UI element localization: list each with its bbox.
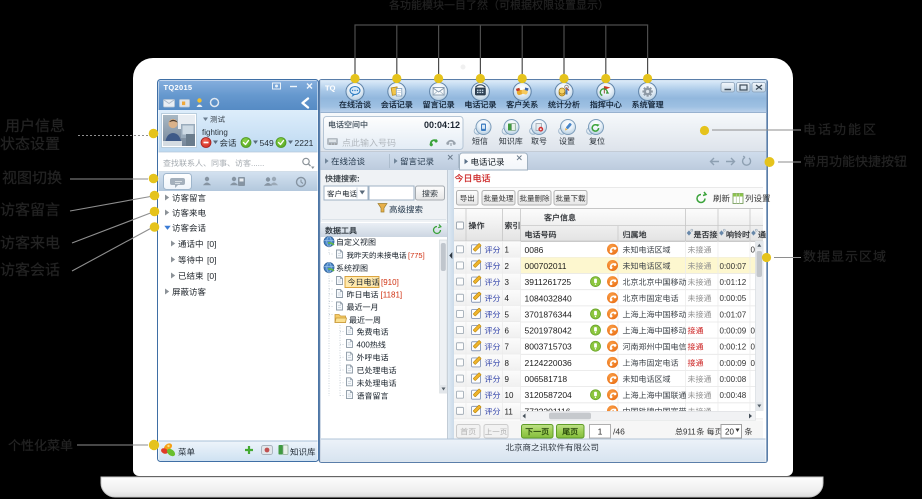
svg-text:0: 0 [751, 246, 756, 255]
svg-text:3911261725: 3911261725 [525, 277, 572, 287]
svg-text:0:00:08: 0:00:08 [720, 375, 747, 384]
svg-text:2221: 2221 [295, 138, 314, 148]
svg-text:2: 2 [505, 262, 510, 271]
svg-text:00:04:12: 00:04:12 [424, 120, 460, 130]
svg-text:0:00:09: 0:00:09 [720, 326, 747, 335]
svg-text:0: 0 [751, 359, 756, 368]
svg-text:20: 20 [725, 428, 734, 437]
svg-text:549: 549 [260, 138, 274, 148]
svg-text:3120587204: 3120587204 [525, 390, 573, 400]
svg-text:7: 7 [505, 343, 510, 352]
svg-text:11: 11 [505, 407, 514, 416]
svg-text:0:01:07: 0:01:07 [720, 310, 747, 319]
svg-text:[0]: [0] [207, 255, 216, 265]
svg-text:[1181]: [1181] [381, 291, 403, 300]
svg-text:5: 5 [505, 310, 510, 319]
svg-text:0086: 0086 [525, 245, 544, 255]
svg-text:911: 911 [683, 428, 696, 437]
svg-text:[0]: [0] [207, 239, 216, 249]
svg-text:10: 10 [505, 391, 514, 400]
svg-text:8003715703: 8003715703 [525, 342, 573, 352]
svg-text:6: 6 [505, 326, 510, 335]
svg-text:0: 0 [751, 343, 756, 352]
svg-text:0:00:12: 0:00:12 [720, 343, 747, 352]
svg-text:0:01:12: 0:01:12 [720, 278, 747, 287]
svg-text:1: 1 [598, 427, 603, 437]
svg-text:0:00:07: 0:00:07 [720, 262, 747, 271]
svg-text:8: 8 [505, 359, 510, 368]
svg-text:TQ: TQ [325, 84, 336, 93]
svg-text:2124220036: 2124220036 [525, 358, 573, 368]
svg-text:006581718: 006581718 [525, 374, 568, 384]
svg-text:9: 9 [505, 375, 510, 384]
svg-text:1: 1 [505, 246, 510, 255]
svg-text:......: ...... [251, 159, 264, 168]
svg-text:3701876344: 3701876344 [525, 309, 573, 319]
svg-text:0:00:05: 0:00:05 [720, 294, 747, 303]
svg-text:[0]: [0] [207, 271, 216, 281]
svg-text:0:00:48: 0:00:48 [720, 391, 747, 400]
svg-text:[775]: [775] [408, 251, 425, 260]
svg-text:000702011: 000702011 [525, 261, 567, 271]
svg-text::: : [357, 175, 360, 184]
svg-text:400: 400 [357, 341, 371, 350]
svg-text:0:00:09: 0:00:09 [720, 359, 747, 368]
svg-text:3: 3 [505, 278, 510, 287]
svg-text:TQ2015: TQ2015 [164, 83, 193, 92]
svg-text:0: 0 [751, 326, 756, 335]
svg-text:4: 4 [505, 294, 510, 303]
svg-text:[910]: [910] [381, 278, 399, 287]
svg-text:5201978042: 5201978042 [525, 326, 573, 336]
svg-text:fighting: fighting [202, 128, 228, 137]
svg-text:1084032840: 1084032840 [525, 293, 573, 303]
svg-text:/46: /46 [613, 427, 625, 437]
